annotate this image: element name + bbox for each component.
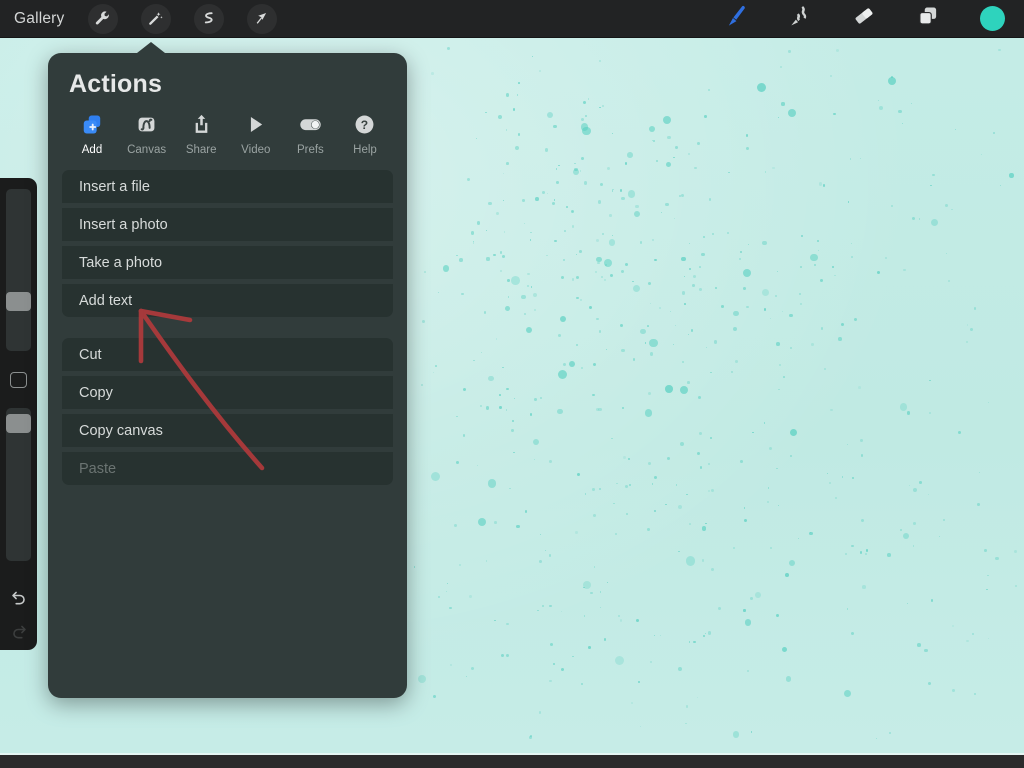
selection-icon [200,10,217,27]
transform-button[interactable] [247,4,277,34]
panel-title: Actions [48,53,407,99]
menu-item-label: Take a photo [79,255,162,271]
wand-icon [147,10,164,27]
menu-item-label: Copy canvas [79,423,163,439]
menu-item-add-text[interactable]: Add text [62,284,393,317]
svg-text:?: ? [361,118,368,132]
menu-item-cut[interactable]: Cut [62,338,393,371]
tab-help-label: Help [353,144,377,156]
adjustments-wand-button[interactable] [141,4,171,34]
opacity-slider[interactable] [6,408,31,561]
tab-add-label: Add [82,144,102,156]
actions-wrench-button[interactable] [88,4,118,34]
procreate-app: Gallery [0,0,1024,768]
clipboard-menu-group: Cut Copy Copy canvas Paste [48,338,407,485]
menu-item-insert-a-photo[interactable]: Insert a photo [62,208,393,241]
tab-video[interactable]: Video [230,111,282,156]
redo-button[interactable] [0,617,37,650]
opacity-handle[interactable] [6,414,31,433]
toggle-icon [297,111,324,137]
brush-size-handle[interactable] [6,292,31,311]
add-layer-icon [80,111,105,137]
menu-item-insert-a-file[interactable]: Insert a file [62,170,393,203]
paint-brush-button[interactable] [704,0,768,38]
menu-item-label: Copy [79,385,113,401]
tab-help[interactable]: ? Help [339,111,391,156]
menu-item-label: Add text [79,293,132,309]
panel-tabs: Add Canvas [48,99,407,156]
left-sidebar [0,178,37,650]
tab-share-label: Share [186,144,217,156]
smudge-icon [787,3,813,34]
eraser-icon [851,3,877,34]
top-toolbar: Gallery [0,0,1024,38]
redo-icon [9,621,29,646]
gallery-button[interactable]: Gallery [14,10,65,28]
bottom-strip [0,755,1024,768]
menu-item-take-a-photo[interactable]: Take a photo [62,246,393,279]
menu-item-copy-canvas[interactable]: Copy canvas [62,414,393,447]
insert-menu-group: Insert a file Insert a photo Take a phot… [48,170,407,317]
toolbar-right-tools [704,0,1024,38]
question-mark-icon: ? [352,111,377,137]
menu-item-label: Cut [79,347,102,363]
tab-share[interactable]: Share [175,111,227,156]
menu-item-copy[interactable]: Copy [62,376,393,409]
undo-button[interactable] [0,583,37,616]
menu-item-label: Insert a photo [79,217,168,233]
panel-pointer-triangle [137,42,165,53]
tab-video-label: Video [241,144,270,156]
selection-button[interactable] [194,4,224,34]
current-color-swatch [980,6,1005,31]
wrench-icon [94,10,111,27]
eraser-button[interactable] [832,0,896,38]
tab-add[interactable]: Add [66,111,118,156]
layers-button[interactable] [896,0,960,38]
video-play-icon [243,111,268,137]
undo-icon [9,587,29,612]
tab-prefs[interactable]: Prefs [284,111,336,156]
menu-item-label: Insert a file [79,179,150,195]
brush-size-slider[interactable] [6,189,31,351]
brush-icon [723,3,749,34]
canvas-icon [134,111,159,137]
arrow-transform-icon [253,10,270,27]
tab-canvas[interactable]: Canvas [121,111,173,156]
share-icon [189,111,214,137]
menu-item-label: Paste [79,461,116,477]
modify-button[interactable] [10,372,27,388]
tab-prefs-label: Prefs [297,144,324,156]
actions-panel: Actions Add [48,53,407,698]
layers-icon [915,3,941,34]
menu-item-paste: Paste [62,452,393,485]
color-swatch-button[interactable] [960,0,1024,38]
smudge-button[interactable] [768,0,832,38]
tab-canvas-label: Canvas [127,144,166,156]
